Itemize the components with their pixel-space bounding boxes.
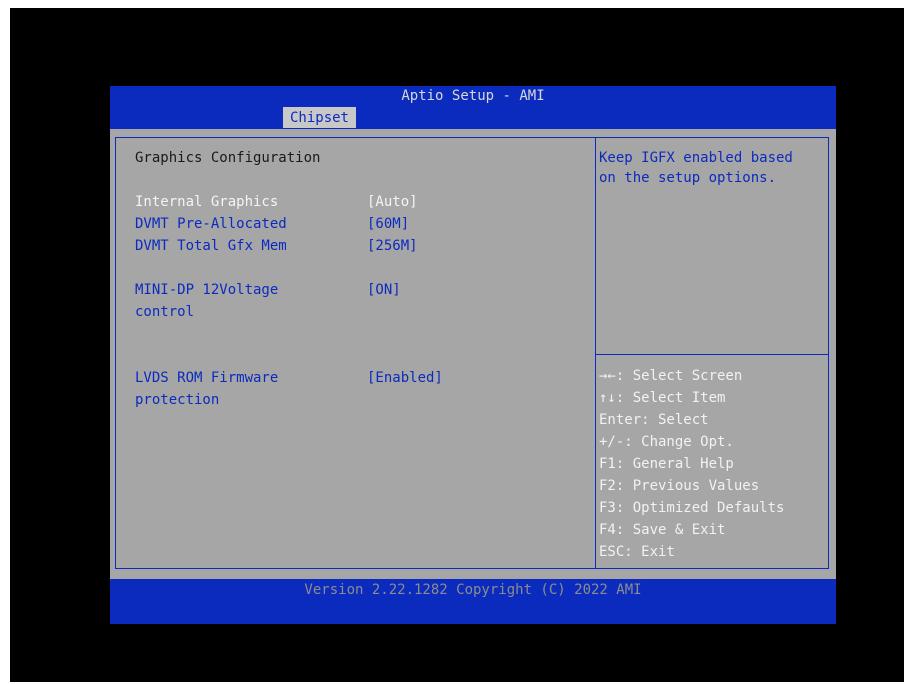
key-hint-enter: Enter: Select [599,412,709,428]
setting-label: DVMT Total Gfx Mem [135,238,287,254]
setting-label-continued: protection [135,392,220,408]
key-hint-general-help: F1: General Help [599,456,734,472]
key-hint-previous-values: F2: Previous Values [599,478,760,494]
setting-value[interactable]: [Enabled] [367,367,443,389]
key-hint-change-opt: +/-: Change Opt. [599,434,734,450]
key-hint-optimized-defaults: F3: Optimized Defaults [599,500,785,516]
setting-value[interactable]: [256M] [367,235,418,257]
setting-label-continued: control [135,304,195,320]
setting-label: DVMT Pre-Allocated [135,216,287,232]
setting-value[interactable]: [Auto] [367,191,418,213]
setting-label: Internal Graphics [135,194,279,210]
key-hint-save-exit: F4: Save & Exit [599,522,726,538]
version-footer: Version 2.22.1282 Copyright (C) 2022 AMI [304,582,642,598]
vertical-divider [595,137,596,569]
key-hint-select-screen: →←: Select Screen [599,368,743,384]
main-panel: Graphics Configuration Internal Graphics… [110,129,836,579]
tab-chipset[interactable]: Chipset [283,107,356,128]
setting-label: LVDS ROM Firmware [135,370,279,386]
bios-setup-window: Aptio Setup - AMI Chipset Graphics Confi… [110,86,836,624]
section-title: Graphics Configuration [135,150,321,166]
key-hint-select-item: ↑↓: Select Item [599,390,726,406]
help-description-line: on the setup options. [599,170,777,186]
monitor-screen: Aptio Setup - AMI Chipset Graphics Confi… [10,8,904,682]
setting-label: MINI-DP 12Voltage [135,282,279,298]
help-description-line: Keep IGFX enabled based [599,150,793,166]
window-title: Aptio Setup - AMI [401,88,545,104]
setting-value[interactable]: [60M] [367,213,409,235]
horizontal-divider [595,354,828,355]
key-hint-exit: ESC: Exit [599,544,675,560]
setting-value[interactable]: [ON] [367,279,401,301]
